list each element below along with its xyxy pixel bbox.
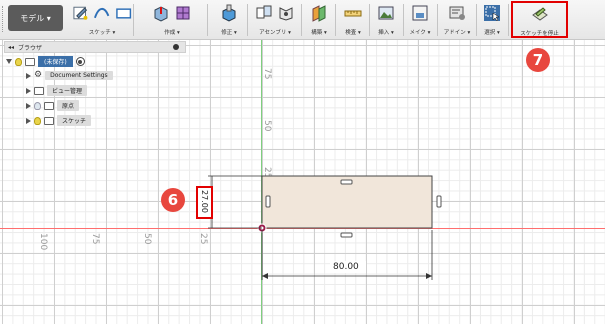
expand-arrow-icon[interactable] <box>26 72 31 79</box>
dimension-arrowhead <box>262 273 268 279</box>
press-pull-icon[interactable] <box>220 4 238 22</box>
sketch-group[interactable]: スケッチ ▾ <box>72 2 132 38</box>
addins-group[interactable]: アドイン ▾ <box>439 2 475 38</box>
sketch-geometry <box>208 175 442 280</box>
browser-item-label: Document Settings <box>45 71 113 80</box>
offset-plane-icon[interactable] <box>310 4 328 22</box>
width-dimension-value[interactable]: 80.00 <box>333 262 359 272</box>
activate-radio-icon[interactable] <box>75 57 85 66</box>
line-icon[interactable] <box>93 4 110 22</box>
make-group-label: メイク ▾ <box>409 30 431 36</box>
measure-icon[interactable] <box>344 4 362 22</box>
stop-sketch-label: スケッチを停止 <box>520 31 559 37</box>
expand-arrow-icon[interactable] <box>26 102 31 109</box>
toolbar-separator <box>335 4 336 36</box>
root-label[interactable]: (未保存) <box>38 56 73 67</box>
height-dimension-highlight: 27.00 <box>196 186 213 219</box>
collapse-browser-icon[interactable]: ◂◂ <box>8 44 14 51</box>
3d-print-icon[interactable] <box>411 4 429 22</box>
toolbar-separator <box>508 4 509 36</box>
select-group[interactable]: 選択 ▾ <box>478 2 506 38</box>
construct-group-label: 構築 ▾ <box>311 30 327 36</box>
dimension-arrowhead <box>426 273 432 279</box>
toolbar-separator <box>301 4 302 36</box>
workspace-mode-button[interactable]: モデル ▾ <box>8 5 63 31</box>
step-7-number: 7 <box>532 51 544 69</box>
folder-icon <box>34 86 44 95</box>
box-icon[interactable] <box>174 4 192 22</box>
toolbar-separator <box>403 4 404 36</box>
browser-item-document-settings[interactable]: ⚙ Document Settings <box>26 70 113 81</box>
addins-group-label: アドイン ▾ <box>443 30 471 36</box>
inspect-group-label: 検査 ▾ <box>345 30 361 36</box>
browser-item-sketches[interactable]: スケッチ <box>26 115 92 126</box>
insert-group-label: 挿入 ▾ <box>378 30 394 36</box>
height-dimension-value[interactable]: 27.00 <box>200 190 209 213</box>
folder-icon <box>44 101 54 110</box>
sketch-canvas[interactable]: 75 50 25 100 75 50 25 80.00 <box>0 40 605 324</box>
create-sketch-icon[interactable] <box>72 4 89 22</box>
toolbar-separator <box>207 4 208 36</box>
joint-icon[interactable] <box>277 4 295 22</box>
toolbar-separator <box>247 4 248 36</box>
assembly-group-label: アセンブリ ▾ <box>259 30 291 36</box>
browser-item-label: 原点 <box>57 100 80 111</box>
step-7-badge: 7 <box>526 48 550 72</box>
toolbar-separator <box>369 4 370 36</box>
visibility-bulb-icon[interactable] <box>34 101 41 110</box>
construct-group[interactable]: 構築 ▾ <box>304 2 334 38</box>
select-group-label: 選択 ▾ <box>484 30 500 36</box>
insert-group[interactable]: 挿入 ▾ <box>371 2 401 38</box>
browser-header[interactable]: ◂◂ ブラウザ <box>4 41 186 53</box>
toolbar: モデル ▾ スケッチ ▾ 作成 ▾ 修正 ▾ アセンブリ ▾ 構築 ▾ 検査 ▾… <box>0 0 605 40</box>
vertical-constraint-icon[interactable] <box>265 195 271 208</box>
browser-item-label: ビュー管理 <box>47 85 88 96</box>
gear-icon: ⚙ <box>34 70 43 80</box>
scripts-icon[interactable] <box>448 4 466 22</box>
workspace-mode-label: モデル ▾ <box>20 13 51 23</box>
expand-arrow-icon[interactable] <box>26 87 31 94</box>
rectangle-icon[interactable] <box>115 4 132 22</box>
stop-sketch-icon <box>531 7 548 21</box>
sketch-group-label: スケッチ ▾ <box>88 30 116 36</box>
select-icon[interactable] <box>483 4 501 22</box>
step-6-number: 6 <box>167 191 179 209</box>
vertical-constraint-icon[interactable] <box>436 195 442 208</box>
insert-image-icon[interactable] <box>377 4 395 22</box>
extrude-icon[interactable] <box>152 4 170 22</box>
browser-root-node[interactable]: (未保存) <box>6 56 85 67</box>
create-group[interactable]: 作成 ▾ <box>138 2 206 38</box>
horizontal-constraint-icon[interactable] <box>340 179 353 185</box>
assembly-group[interactable]: アセンブリ ▾ <box>250 2 300 38</box>
create-group-label: 作成 ▾ <box>164 30 180 36</box>
visibility-bulb-icon[interactable] <box>15 57 22 66</box>
expand-arrow-icon[interactable] <box>26 117 31 124</box>
step-6-badge: 6 <box>161 188 185 212</box>
new-component-icon[interactable] <box>255 4 273 22</box>
toolbar-separator <box>133 4 134 36</box>
folder-icon <box>44 116 54 125</box>
modify-group-label: 修正 ▾ <box>221 30 237 36</box>
stop-sketch-highlight: スケッチを停止 <box>511 1 568 38</box>
visibility-bulb-icon[interactable] <box>34 116 41 125</box>
make-group[interactable]: メイク ▾ <box>405 2 435 38</box>
toolbar-grip[interactable] <box>2 6 4 32</box>
document-icon <box>25 57 35 66</box>
modify-group[interactable]: 修正 ▾ <box>212 2 246 38</box>
stop-sketch-button[interactable]: スケッチを停止 <box>513 3 566 39</box>
pin-icon[interactable] <box>173 44 179 50</box>
toolbar-separator <box>437 4 438 36</box>
inspect-group[interactable]: 検査 ▾ <box>338 2 368 38</box>
browser-title: ブラウザ <box>18 44 43 52</box>
browser-item-origin[interactable]: 原点 <box>26 100 80 111</box>
browser-item-label: スケッチ <box>57 115 92 126</box>
toolbar-separator <box>476 4 477 36</box>
horizontal-constraint-icon[interactable] <box>340 232 353 238</box>
browser-item-view-management[interactable]: ビュー管理 <box>26 85 88 96</box>
expand-arrow-icon[interactable] <box>6 59 12 64</box>
